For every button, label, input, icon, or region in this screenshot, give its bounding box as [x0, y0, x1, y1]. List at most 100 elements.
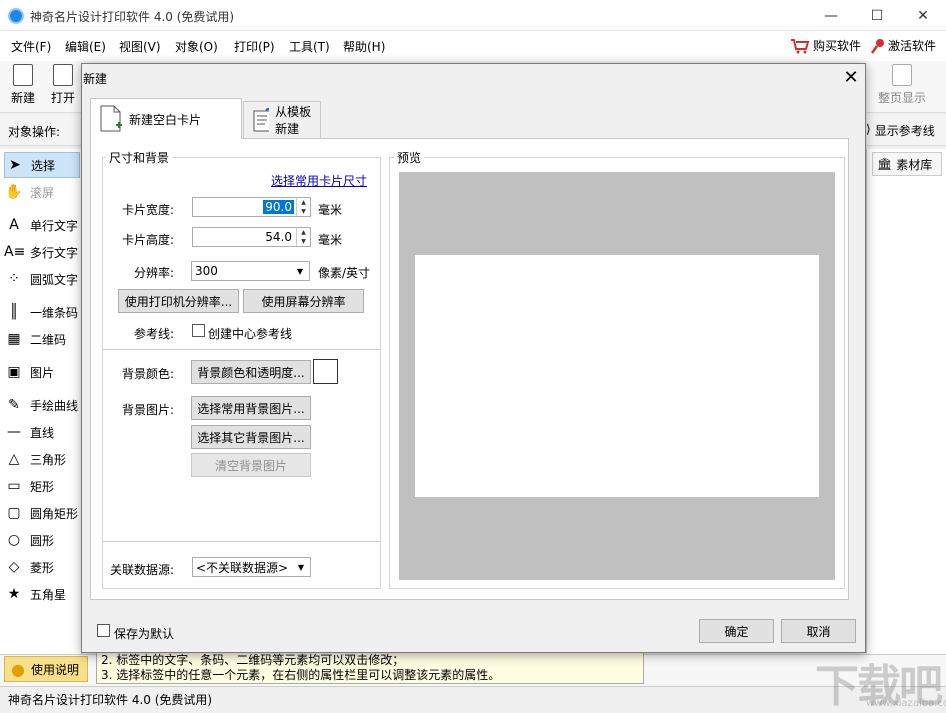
pointer-icon: ➤ — [9, 157, 21, 173]
tool-single-text[interactable]: A 单行文字 — [4, 212, 78, 238]
rounded-rectangle-icon: ▢ — [7, 505, 21, 521]
clear-bg-image-button[interactable]: 清空背景图片 — [191, 453, 311, 477]
tool-circle[interactable]: ○ 圆形 — [4, 527, 54, 553]
height-input[interactable]: 54.0 ▲ ▼ — [192, 227, 311, 247]
fit-page-label: 整页显示 — [877, 91, 926, 105]
barcode-icon: ║ — [9, 304, 19, 320]
common-bg-image-button[interactable]: 选择常用背景图片... — [191, 396, 311, 420]
maximize-button[interactable]: ☐ — [854, 0, 900, 31]
minimize-button[interactable]: — — [808, 0, 854, 31]
menu-print[interactable]: 打印(P) — [234, 38, 275, 55]
width-label: 卡片宽度: — [121, 203, 174, 217]
screen-dpi-button[interactable]: 使用屏幕分辨率 — [243, 289, 364, 313]
dialog-title: 新建 — [83, 72, 108, 86]
bg-color-button[interactable]: 背景颜色和透明度... — [191, 360, 311, 384]
tool-star[interactable]: ★ 五角星 — [4, 581, 66, 607]
other-bg-image-button[interactable]: 选择其它背景图片... — [191, 425, 311, 449]
bg-color-swatch[interactable] — [313, 359, 338, 384]
divider — [103, 349, 380, 350]
help-line-3: 3. 选择标签中的任意一个元素，在右侧的属性栏里可以调整该元素的属性。 — [101, 668, 501, 682]
rectangle-icon: ▭ — [7, 478, 21, 494]
status-text: 神奇名片设计打印软件 4.0 (免费试用) — [8, 693, 213, 707]
height-spinner[interactable]: ▲ ▼ — [296, 228, 310, 246]
fit-page-button[interactable]: 整页显示 — [874, 64, 930, 108]
tab-new-blank[interactable]: 新建空白卡片 — [90, 98, 242, 139]
tool-select-label: 选择 — [31, 158, 56, 173]
common-size-link[interactable]: 选择常用卡片尺寸 — [271, 172, 367, 189]
tool-qrcode[interactable]: ▦ 二维码 — [4, 326, 66, 352]
tab-from-template[interactable]: 从模板新建 — [243, 101, 321, 139]
tool-circle-label: 圆形 — [30, 533, 55, 548]
height-unit: 毫米 — [318, 233, 343, 247]
tool-select[interactable]: ➤ 选择 — [4, 152, 80, 178]
fit-page-icon — [892, 64, 912, 86]
chevron-down-icon: ▼ — [296, 266, 303, 276]
new-tool-label: 新建 — [10, 91, 35, 105]
library-label: 素材库 — [896, 157, 933, 172]
divider — [103, 541, 380, 542]
menu-object[interactable]: 对象(O) — [175, 38, 218, 55]
blank-card-icon — [100, 105, 122, 132]
dpi-label: 分辨率: — [133, 266, 174, 280]
close-window-button[interactable]: ✕ — [900, 0, 946, 31]
multi-text-icon: A≡ — [4, 244, 26, 260]
qrcode-icon: ▦ — [7, 331, 21, 347]
dpi-value: 300 — [195, 264, 218, 278]
card-preview — [415, 255, 819, 497]
library-tab[interactable]: 🏛 素材库 — [872, 152, 942, 176]
size-bg-group-title: 尺寸和背景 — [106, 149, 173, 166]
line-icon: — — [7, 424, 21, 440]
tool-line-label: 直线 — [30, 425, 55, 440]
dialog-close-button[interactable]: ✕ — [838, 64, 864, 90]
hand-icon: ✋ — [5, 184, 23, 200]
width-spinner[interactable]: ▲ ▼ — [296, 198, 310, 216]
show-guides-label: 显示参考线 — [874, 124, 935, 138]
tool-triangle-label: 三角形 — [30, 452, 67, 467]
show-guides-button[interactable]: ⟩ 显示参考线 — [866, 122, 935, 139]
lightbulb-icon: ● — [11, 659, 25, 679]
tool-multi-text[interactable]: A≡ 多行文字 — [4, 239, 78, 265]
save-default-checkbox[interactable] — [97, 624, 110, 637]
activate-software-link[interactable]: 激活软件 — [871, 37, 936, 54]
datasource-label: 关联数据源: — [109, 563, 174, 577]
single-text-icon: A — [9, 217, 19, 233]
tool-rounded-rect-label: 圆角矩形 — [30, 506, 79, 521]
help-button[interactable]: ● 使用说明 — [4, 656, 88, 682]
tool-line[interactable]: — 直线 — [4, 419, 54, 445]
datasource-value: <不关联数据源> — [196, 560, 289, 575]
center-guides-checkbox[interactable] — [192, 324, 205, 337]
tool-arc-text[interactable]: ⁘ 圆弧文字 — [4, 266, 78, 292]
cancel-button[interactable]: 取消 — [781, 619, 856, 643]
tool-scroll-label: 滚屏 — [30, 185, 55, 200]
menu-file[interactable]: 文件(F) — [11, 38, 51, 55]
image-icon: ▣ — [7, 364, 21, 380]
tab-new-blank-label: 新建空白卡片 — [129, 112, 202, 127]
tool-triangle[interactable]: △ 三角形 — [4, 446, 66, 472]
printer-dpi-button[interactable]: 使用打印机分辨率... — [118, 289, 239, 313]
ok-button[interactable]: 确定 — [699, 619, 774, 643]
open-tool-button[interactable]: 打开 — [41, 64, 85, 108]
library-icon: 🏛 — [877, 157, 893, 171]
width-input[interactable]: 90.0 ▲ ▼ — [192, 197, 311, 217]
tool-diamond[interactable]: ◇ 菱形 — [4, 554, 54, 580]
menu-edit[interactable]: 编辑(E) — [65, 38, 106, 55]
tool-rounded-rect[interactable]: ▢ 圆角矩形 — [4, 500, 78, 526]
tab-from-template-label: 从模板新建 — [275, 105, 312, 136]
menu-view[interactable]: 视图(V) — [119, 38, 161, 55]
buy-software-link[interactable]: 购买软件 — [790, 37, 861, 54]
object-ops-label: 对象操作: — [8, 125, 61, 139]
datasource-select[interactable]: <不关联数据源> ▼ — [192, 557, 311, 577]
dpi-select[interactable]: 300 ▼ — [191, 261, 310, 281]
tool-rect[interactable]: ▭ 矩形 — [4, 473, 54, 499]
new-tool-button[interactable]: 新建 — [1, 64, 45, 108]
key-icon — [871, 38, 884, 54]
buy-software-label: 购买软件 — [813, 39, 862, 53]
triangle-icon: △ — [8, 451, 20, 467]
tool-barcode[interactable]: ║ 一维条码 — [4, 299, 78, 325]
tool-image[interactable]: ▣ 图片 — [4, 359, 54, 385]
star-icon: ★ — [7, 586, 21, 602]
menu-help[interactable]: 帮助(H) — [343, 38, 385, 55]
tool-scroll[interactable]: ✋ 滚屏 — [4, 179, 54, 205]
menu-tools[interactable]: 工具(T) — [289, 38, 330, 55]
tool-freehand[interactable]: ✎ 手绘曲线 — [4, 392, 78, 418]
